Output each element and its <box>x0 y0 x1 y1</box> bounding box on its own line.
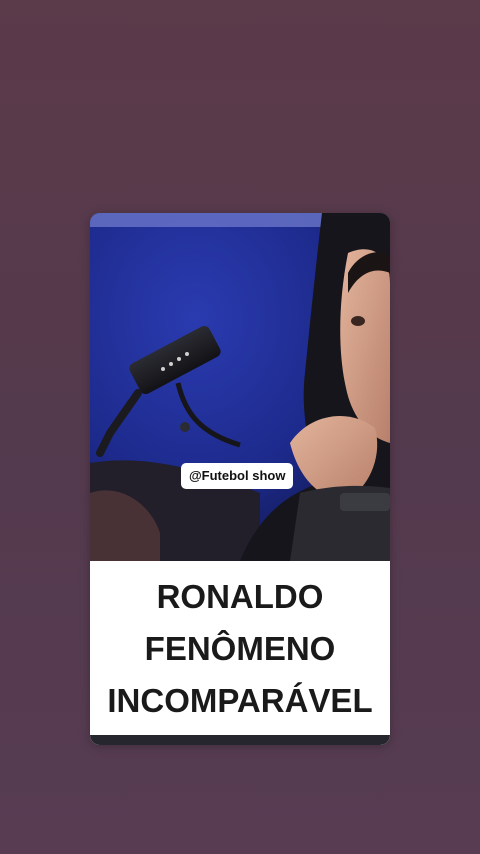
caption-line-2: FENÔMENO <box>144 630 336 667</box>
caption-line-1: RONALDO <box>156 578 324 615</box>
watermark-label: @Futebol show <box>181 463 294 489</box>
video-thumbnail <box>90 213 390 561</box>
video-card[interactable]: @Futebol show RONALDO FENÔMENO INCOMPARÁ… <box>90 213 390 745</box>
video-bottom-strip <box>90 735 390 745</box>
video-frame[interactable]: @Futebol show <box>90 213 390 561</box>
caption-area: RONALDO FENÔMENO INCOMPARÁVEL <box>90 561 390 745</box>
caption-line-3: INCOMPARÁVEL <box>107 682 373 719</box>
